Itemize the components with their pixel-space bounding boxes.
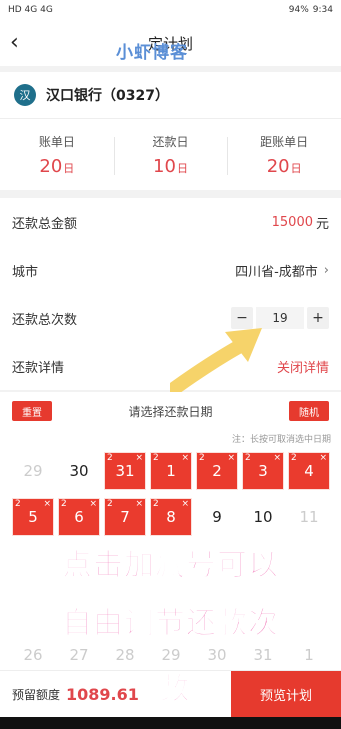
bill-day-value: 20 bbox=[39, 155, 63, 177]
random-button[interactable]: 随机 bbox=[289, 401, 329, 421]
repay-count-badge: 2 bbox=[245, 453, 251, 463]
repay-day-value: 10 bbox=[153, 155, 176, 177]
pointer-arrow-icon bbox=[170, 328, 262, 395]
battery-level: 94% bbox=[288, 5, 309, 15]
calendar-day-number: 4 bbox=[304, 462, 314, 480]
reset-button[interactable]: 重置 bbox=[12, 401, 52, 421]
repay-detail-label: 还款详情 bbox=[12, 360, 65, 376]
repay-day-unit: 日 bbox=[176, 161, 188, 175]
days-to-bill-unit: 日 bbox=[290, 161, 302, 175]
calendar-day-selected[interactable]: 2 × 2 bbox=[196, 452, 238, 490]
calendar-title: 请选择还款日期 bbox=[128, 404, 213, 419]
calendar-day-number: 2 bbox=[212, 462, 222, 480]
reserve-value: 1089.61 bbox=[66, 684, 139, 704]
remove-icon[interactable]: × bbox=[181, 499, 189, 509]
total-amount-label: 还款总金额 bbox=[12, 216, 78, 232]
calendar-day-selected[interactable]: 2 × 31 bbox=[104, 452, 146, 490]
calendar-day[interactable]: 30 bbox=[58, 452, 100, 490]
calendar-day-number: 31 bbox=[115, 462, 135, 480]
clock: 9:34 bbox=[312, 5, 333, 15]
calendar-day-selected[interactable]: 2 × 1 bbox=[150, 452, 192, 490]
repay-count-badge: 2 bbox=[107, 453, 113, 463]
bank-name: 汉口银行（0327） bbox=[46, 88, 169, 104]
remove-icon[interactable]: × bbox=[135, 453, 143, 463]
status-bar: HD 4G 4G 94% 9:34 bbox=[0, 0, 341, 20]
overlay-caption-line2: 自由调节还款次 bbox=[62, 606, 279, 642]
remove-icon[interactable]: × bbox=[227, 453, 235, 463]
remove-icon[interactable]: × bbox=[89, 499, 97, 509]
bank-logo-icon: 汉 bbox=[14, 84, 36, 106]
calendar-day-number: 6 bbox=[74, 508, 84, 526]
remove-icon[interactable]: × bbox=[43, 499, 51, 509]
calendar-day-selected[interactable]: 2 × 4 bbox=[288, 452, 330, 490]
total-amount-row[interactable]: 还款总金额 15000 元 bbox=[0, 198, 341, 246]
plus-button[interactable]: + bbox=[307, 307, 329, 329]
calendar-day[interactable]: 10 bbox=[242, 498, 284, 536]
calendar-day-number: 3 bbox=[258, 462, 268, 480]
days-to-bill: 距账单日 20日 bbox=[227, 119, 341, 190]
watermark: 小虾博客 bbox=[116, 43, 188, 63]
repay-count-badge: 2 bbox=[15, 499, 21, 509]
bill-day-label: 账单日 bbox=[38, 134, 75, 149]
city-row[interactable]: 城市 四川省-成都市 › bbox=[0, 246, 341, 294]
overlay-caption-line1: 点击加减号可以 bbox=[62, 548, 279, 584]
remove-icon[interactable]: × bbox=[319, 453, 327, 463]
bill-day-unit: 日 bbox=[63, 161, 75, 175]
calendar-day-number: 8 bbox=[166, 508, 176, 526]
back-arrow-icon[interactable]: ‹ bbox=[10, 30, 34, 56]
chevron-right-icon: › bbox=[323, 262, 329, 278]
calendar-day[interactable]: 11 bbox=[288, 498, 330, 536]
calendar-day-selected[interactable]: 2 × 7 bbox=[104, 498, 146, 536]
remove-icon[interactable]: × bbox=[135, 499, 143, 509]
total-amount-unit: 元 bbox=[315, 216, 329, 232]
city-value: 四川省-成都市 bbox=[235, 264, 318, 280]
remove-icon[interactable]: × bbox=[273, 453, 281, 463]
remove-icon[interactable]: × bbox=[181, 453, 189, 463]
bill-day: 账单日 20日 bbox=[0, 119, 114, 190]
system-navigation-bar bbox=[0, 717, 341, 729]
calendar-day-number: 7 bbox=[120, 508, 130, 526]
reserve-label: 预留额度 bbox=[12, 687, 61, 702]
calendar-day-selected[interactable]: 2 × 3 bbox=[242, 452, 284, 490]
days-to-bill-label: 距账单日 bbox=[260, 134, 309, 149]
calendar-day[interactable]: 9 bbox=[196, 498, 238, 536]
days-to-bill-value: 20 bbox=[266, 155, 290, 177]
total-amount-value: 15000 bbox=[271, 214, 313, 230]
repay-day: 还款日 10日 bbox=[113, 119, 228, 190]
calendar-day-selected[interactable]: 2 × 8 bbox=[150, 498, 192, 536]
repay-count-badge: 2 bbox=[107, 499, 113, 509]
repay-count-badge: 2 bbox=[153, 499, 159, 509]
repay-count-badge: 2 bbox=[291, 453, 297, 463]
repay-count-badge: 2 bbox=[153, 453, 159, 463]
signal-indicators: HD 4G 4G bbox=[8, 5, 53, 15]
calendar-day-number: 1 bbox=[166, 462, 176, 480]
calendar-day[interactable]: 29 bbox=[12, 452, 54, 490]
billing-days: 账单日 20日 还款日 10日 距账单日 20日 bbox=[0, 118, 341, 190]
calendar-note: 注：长按可取消选中日期 bbox=[231, 435, 331, 445]
repay-count-badge: 2 bbox=[61, 499, 67, 509]
repay-count-label: 还款总次数 bbox=[12, 312, 78, 328]
calendar-day-selected[interactable]: 2 × 6 bbox=[58, 498, 100, 536]
repay-day-label: 还款日 bbox=[152, 134, 189, 149]
overlay-caption-line3: 数 bbox=[159, 672, 191, 708]
calendar-day-number: 5 bbox=[28, 508, 38, 526]
bank-row[interactable]: 汉 汉口银行（0327） bbox=[0, 72, 341, 118]
calendar-day-selected[interactable]: 2 × 5 bbox=[12, 498, 54, 536]
city-label: 城市 bbox=[12, 264, 39, 280]
close-detail-link[interactable]: 关闭详情 bbox=[277, 357, 329, 376]
repay-count-badge: 2 bbox=[199, 453, 205, 463]
preview-plan-button[interactable]: 预览计划 bbox=[231, 671, 341, 718]
